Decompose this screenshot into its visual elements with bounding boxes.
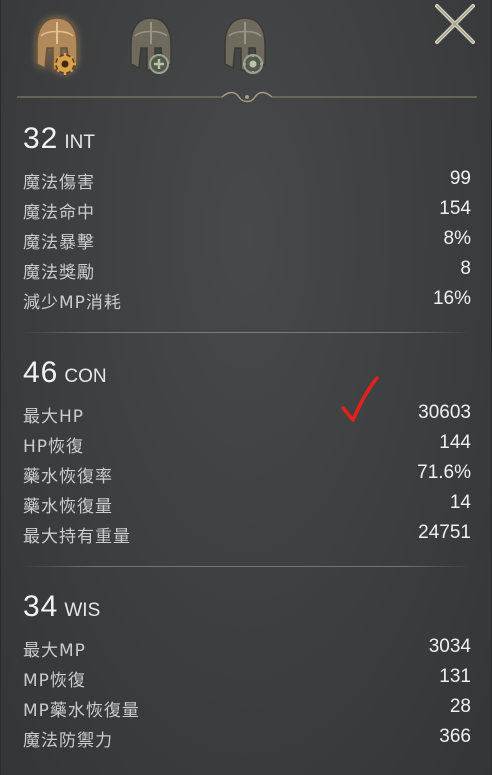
row-label: 藥水恢復量 bbox=[23, 497, 113, 517]
row-label: 最大MP bbox=[23, 641, 86, 661]
tab-helmet-plus[interactable] bbox=[125, 14, 177, 78]
row-value: 71.6% bbox=[417, 462, 471, 483]
row-value: 30603 bbox=[418, 402, 471, 423]
row-label: MP恢復 bbox=[23, 671, 86, 691]
stat-row: 最大持有重量 24751 bbox=[23, 522, 471, 552]
stat-row: 魔法傷害 99 bbox=[23, 168, 471, 198]
row-value: 366 bbox=[439, 726, 471, 747]
tab-helmet-gear-active[interactable] bbox=[31, 14, 83, 78]
row-label: 減少MP消耗 bbox=[23, 293, 122, 313]
stat-row: 魔法獎勵 8 bbox=[23, 258, 471, 288]
row-value: 28 bbox=[449, 696, 471, 717]
row-label: 魔法暴擊 bbox=[23, 233, 95, 253]
row-value: 131 bbox=[439, 666, 471, 687]
check-mark-icon bbox=[341, 376, 379, 422]
row-value: 3034 bbox=[428, 636, 471, 657]
stat-header: 34 WIS bbox=[23, 590, 100, 624]
row-value: 154 bbox=[439, 198, 471, 219]
row-value: 16% bbox=[432, 288, 471, 309]
stat-abbr: INT bbox=[64, 132, 95, 153]
close-button[interactable] bbox=[431, 0, 479, 48]
ornament-icon bbox=[17, 91, 477, 103]
row-label: 魔法獎勵 bbox=[23, 263, 95, 283]
stat-row: 最大HP 30603 bbox=[23, 402, 471, 432]
stat-header: 46 CON bbox=[23, 356, 107, 390]
helmet-plus-icon bbox=[130, 17, 172, 74]
row-label: 魔法傷害 bbox=[23, 173, 95, 193]
red-check-mark-icon bbox=[339, 374, 381, 426]
helmet-gear-icon bbox=[224, 17, 266, 74]
tab-bar bbox=[1, 0, 491, 103]
row-value: 8% bbox=[443, 228, 471, 249]
tab-helmet-gear[interactable] bbox=[219, 14, 271, 78]
stat-value: 32 bbox=[23, 122, 59, 155]
row-label: 魔法防禦力 bbox=[23, 731, 113, 751]
row-label: MP藥水恢復量 bbox=[23, 701, 140, 721]
stat-row: 最大MP 3034 bbox=[23, 636, 471, 666]
row-label: 魔法命中 bbox=[23, 203, 95, 223]
stats-panel: 32 INT 魔法傷害 99 魔法命中 154 魔法暴擊 8% 魔法獎勵 8 減少… bbox=[0, 0, 492, 775]
stat-row: 魔法防禦力 366 bbox=[23, 726, 471, 756]
stat-value: 46 bbox=[23, 356, 59, 389]
stat-row: 魔法暴擊 8% bbox=[23, 228, 471, 258]
stat-abbr: WIS bbox=[64, 600, 101, 621]
helmet-gear-icon bbox=[36, 17, 78, 75]
stat-row: MP恢復 131 bbox=[23, 666, 471, 696]
close-icon bbox=[435, 4, 475, 44]
stat-row: MP藥水恢復量 28 bbox=[23, 696, 471, 726]
row-label: HP恢復 bbox=[23, 437, 85, 457]
row-value: 8 bbox=[460, 258, 471, 279]
row-label: 最大HP bbox=[23, 407, 85, 427]
stat-row: 藥水恢復量 14 bbox=[23, 492, 471, 522]
row-value: 144 bbox=[439, 432, 471, 453]
row-label: 最大持有重量 bbox=[23, 527, 131, 547]
row-value: 14 bbox=[449, 492, 471, 513]
stat-row: 藥水恢復率 71.6% bbox=[23, 462, 471, 492]
stat-row: 減少MP消耗 16% bbox=[23, 288, 471, 318]
stat-value: 34 bbox=[23, 590, 59, 623]
section-divider bbox=[23, 332, 471, 333]
stat-abbr: CON bbox=[64, 366, 107, 387]
stat-row: HP恢復 144 bbox=[23, 432, 471, 462]
header-divider-ornament bbox=[17, 88, 477, 103]
row-label: 藥水恢復率 bbox=[23, 467, 113, 487]
section-divider bbox=[23, 566, 471, 567]
row-value: 99 bbox=[449, 168, 471, 189]
row-value: 24751 bbox=[418, 522, 471, 543]
stat-header: 32 INT bbox=[23, 122, 95, 156]
stat-row: 魔法命中 154 bbox=[23, 198, 471, 228]
